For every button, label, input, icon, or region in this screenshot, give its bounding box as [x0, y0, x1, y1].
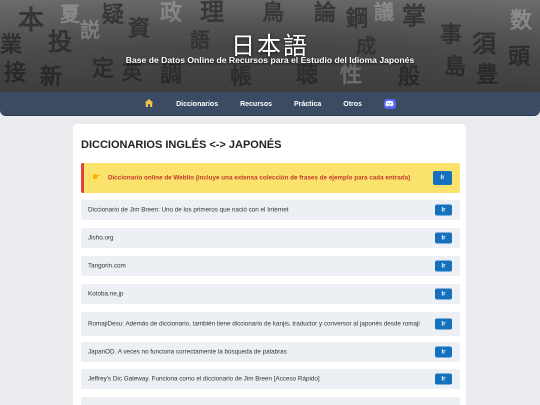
go-button[interactable]: Ir [435, 318, 452, 330]
nav-otros[interactable]: Otros [343, 101, 362, 108]
nav-home[interactable] [144, 98, 154, 110]
list-item: Jeffrey's Dic Gateway. Funciona como el … [81, 369, 460, 389]
go-button[interactable]: Ir [435, 288, 452, 300]
pointing-hand-icon: ☛ [92, 172, 101, 183]
entry-text: Jisho.org [88, 234, 114, 242]
entry-text: RomajiDesu: Además de diccionario, tambi… [88, 320, 420, 328]
home-icon [144, 99, 154, 107]
discord-icon [383, 98, 396, 109]
list-item-partial [81, 397, 460, 405]
header-banner: 業 本 投 説 疑 資 政 理 論 鋼 議 掌 須 事 数 接 定 調 帳 島 … [0, 0, 540, 92]
list-item: JapanOD. A veces no funciona correctamen… [81, 342, 460, 362]
dictionaries-card: DICCIONARIOS INGLÉS <-> JAPONÉS ☛ Diccio… [73, 124, 466, 405]
main-navbar: Diccionarios Recursos Práctica Otros [0, 92, 540, 116]
go-button[interactable]: Ir [435, 373, 452, 385]
featured-entry: ☛ Diccionario online de Weblio (incluye … [81, 163, 460, 193]
entry-text: JapanOD. A veces no funciona correctamen… [88, 348, 287, 356]
go-button[interactable]: Ir [435, 346, 452, 358]
nav-practica[interactable]: Práctica [294, 101, 321, 108]
list-item: Diccionario de Jim Breen: Uno de los pri… [81, 200, 460, 220]
entry-text: Diccionario online de Weblio (incluye un… [108, 174, 411, 182]
entry-text: Tangorin.com [88, 262, 126, 270]
site-subtitle: Base de Datos Online de Recursos para el… [125, 55, 415, 65]
list-item: Kotoba.ne.jp Ir [81, 284, 460, 304]
nav-recursos[interactable]: Recursos [240, 101, 272, 108]
go-button[interactable]: Ir [433, 171, 452, 185]
go-button[interactable]: Ir [435, 260, 452, 272]
nav-discord[interactable] [383, 98, 396, 110]
entry-text: Kotoba.ne.jp [88, 290, 124, 298]
list-item: RomajiDesu: Además de diccionario, tambi… [81, 312, 460, 336]
list-item: Jisho.org Ir [81, 228, 460, 248]
entry-text: Diccionario de Jim Breen: Uno de los pri… [88, 206, 289, 214]
section-title: DICCIONARIOS INGLÉS <-> JAPONÉS [81, 139, 282, 151]
entry-text: Jeffrey's Dic Gateway. Funciona como el … [88, 375, 320, 383]
go-button[interactable]: Ir [435, 204, 452, 216]
go-button[interactable]: Ir [435, 232, 452, 244]
nav-diccionarios[interactable]: Diccionarios [176, 101, 218, 108]
list-item: Tangorin.com Ir [81, 256, 460, 276]
